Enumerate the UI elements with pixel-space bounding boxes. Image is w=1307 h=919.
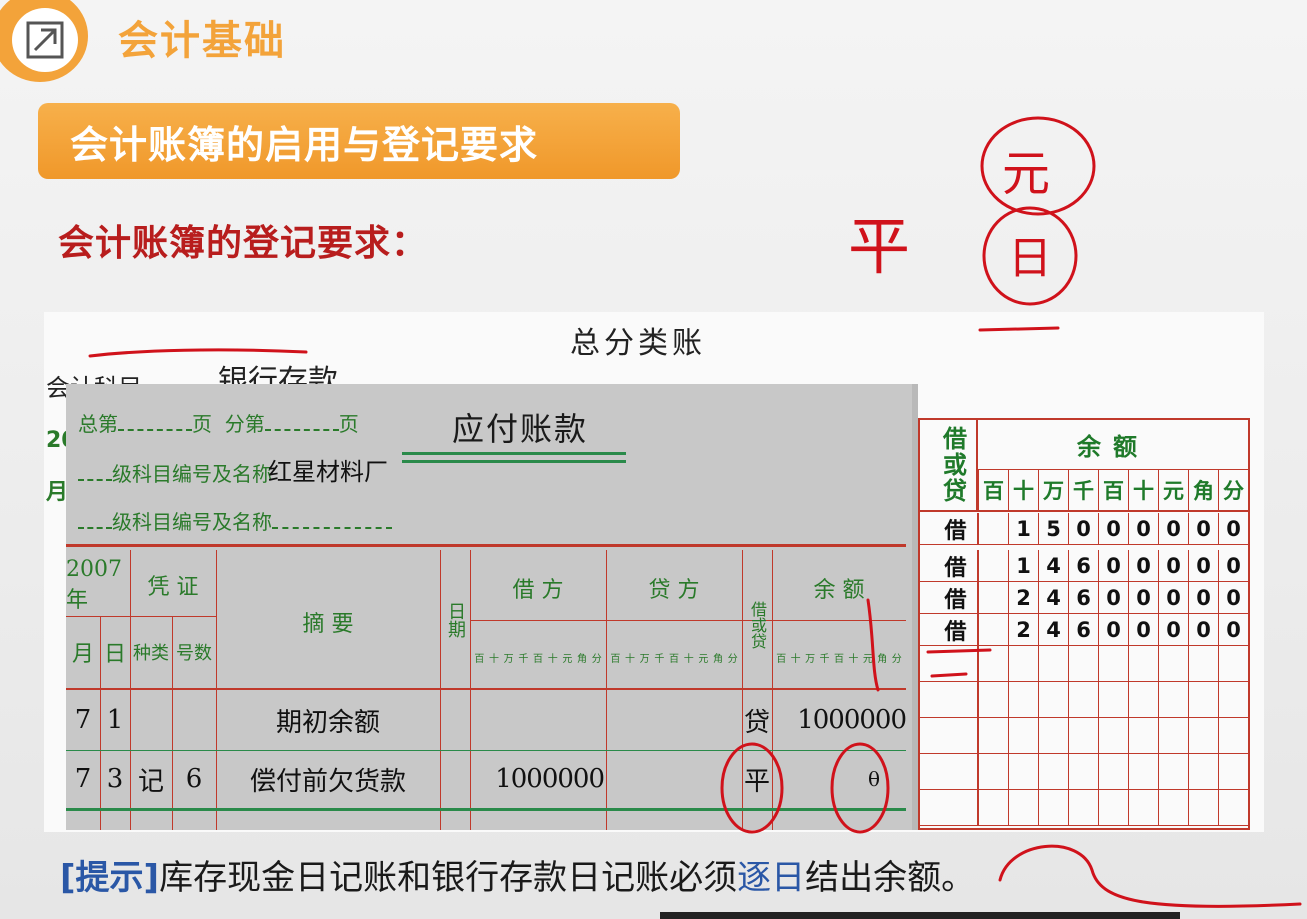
tip-tag: [提示]	[60, 858, 160, 898]
ledger-fragment: 月	[46, 480, 69, 505]
row-voucher-type: 记	[137, 766, 164, 797]
month-header: 月	[71, 642, 94, 667]
debit-unit-row: 百十万千百十元角分	[474, 654, 602, 665]
tip-text-end: 结出余额。	[805, 858, 976, 898]
general-ledger-title: 总分类账	[570, 326, 706, 361]
annotation-ping: 平	[848, 210, 911, 283]
row-dc: 平	[743, 766, 770, 797]
debit-header: 借 方	[512, 578, 564, 603]
tip-text: 库存现金日记账和银行存款日记账必须	[159, 858, 738, 898]
empty-row	[920, 754, 1248, 790]
supplier-name: 红星材料厂	[268, 458, 388, 486]
table-row: 借 24600000	[920, 614, 1248, 646]
row-dc: 贷	[743, 707, 770, 738]
voucher-header: 凭 证	[147, 575, 199, 600]
dc-header: 借 或 贷	[920, 420, 978, 512]
unit-header-row: 百 十 万 千 百 十 元 角 分	[978, 470, 1248, 512]
table-row: 借 15000000	[920, 513, 1248, 545]
row-month: 7	[74, 705, 92, 735]
balance-table: 借 或 贷 余额 百 十 万 千 百 十 元 角 分 借 15000000 借 …	[918, 418, 1250, 830]
summary-header: 摘 要	[302, 612, 354, 637]
balance-unit-row: 百十万千百十元角分	[776, 654, 902, 665]
row-summary: 偿付前欠货款	[249, 766, 406, 797]
arrow-up-right-icon	[12, 8, 78, 72]
payables-ledger-title: 应付账款	[452, 410, 589, 448]
bottom-bar	[660, 912, 1180, 919]
row-summary: 期初余额	[275, 707, 380, 738]
sub-page-label: 分第	[224, 412, 265, 436]
row-balance: 1000000	[797, 705, 907, 735]
empty-row	[920, 718, 1248, 754]
empty-row	[920, 646, 1248, 682]
credit-header: 贷 方	[648, 578, 700, 603]
tip-highlight: 逐日	[737, 858, 806, 898]
day-header: 日	[103, 642, 126, 667]
empty-row	[920, 682, 1248, 718]
subheading: 会计账簿的登记要求：	[58, 223, 429, 264]
empty-row	[920, 790, 1248, 826]
voucher-type-header: 种类	[133, 643, 169, 664]
app-title: 会计基础	[118, 18, 286, 64]
row-debit: 1000000	[495, 764, 605, 794]
row-balance: θ	[867, 767, 880, 791]
table-row: 借 24600000	[920, 582, 1248, 614]
subject-label: 级科目编号及名称	[112, 510, 272, 534]
row-day: 3	[106, 764, 124, 794]
annotation-yuan: 元	[1002, 146, 1051, 202]
row-day: 1	[106, 705, 124, 735]
annotation-ri: 日	[1008, 233, 1052, 284]
balance-header: 余额	[978, 420, 1248, 470]
credit-unit-row: 百十万千百十元角分	[610, 654, 738, 665]
total-page-label: 总第	[78, 412, 118, 436]
logo-badge	[0, 0, 88, 82]
table-row: 借 14600000	[920, 550, 1248, 582]
balance-header: 余 额	[813, 578, 865, 603]
tip-line: [提示]库存现金日记账和银行存款日记账必须逐日结出余额。	[60, 850, 975, 899]
row-voucher-no: 6	[185, 764, 203, 794]
voucher-no-header: 号数	[176, 643, 212, 664]
year-header: 2007年	[66, 556, 122, 613]
ref-day-header: 日期	[445, 602, 466, 638]
dc-header: 借或贷	[748, 601, 767, 649]
row-month: 7	[74, 764, 92, 794]
subject-label: 级科目编号及名称	[112, 462, 272, 486]
section-banner: 会计账簿的启用与登记要求	[38, 103, 680, 179]
